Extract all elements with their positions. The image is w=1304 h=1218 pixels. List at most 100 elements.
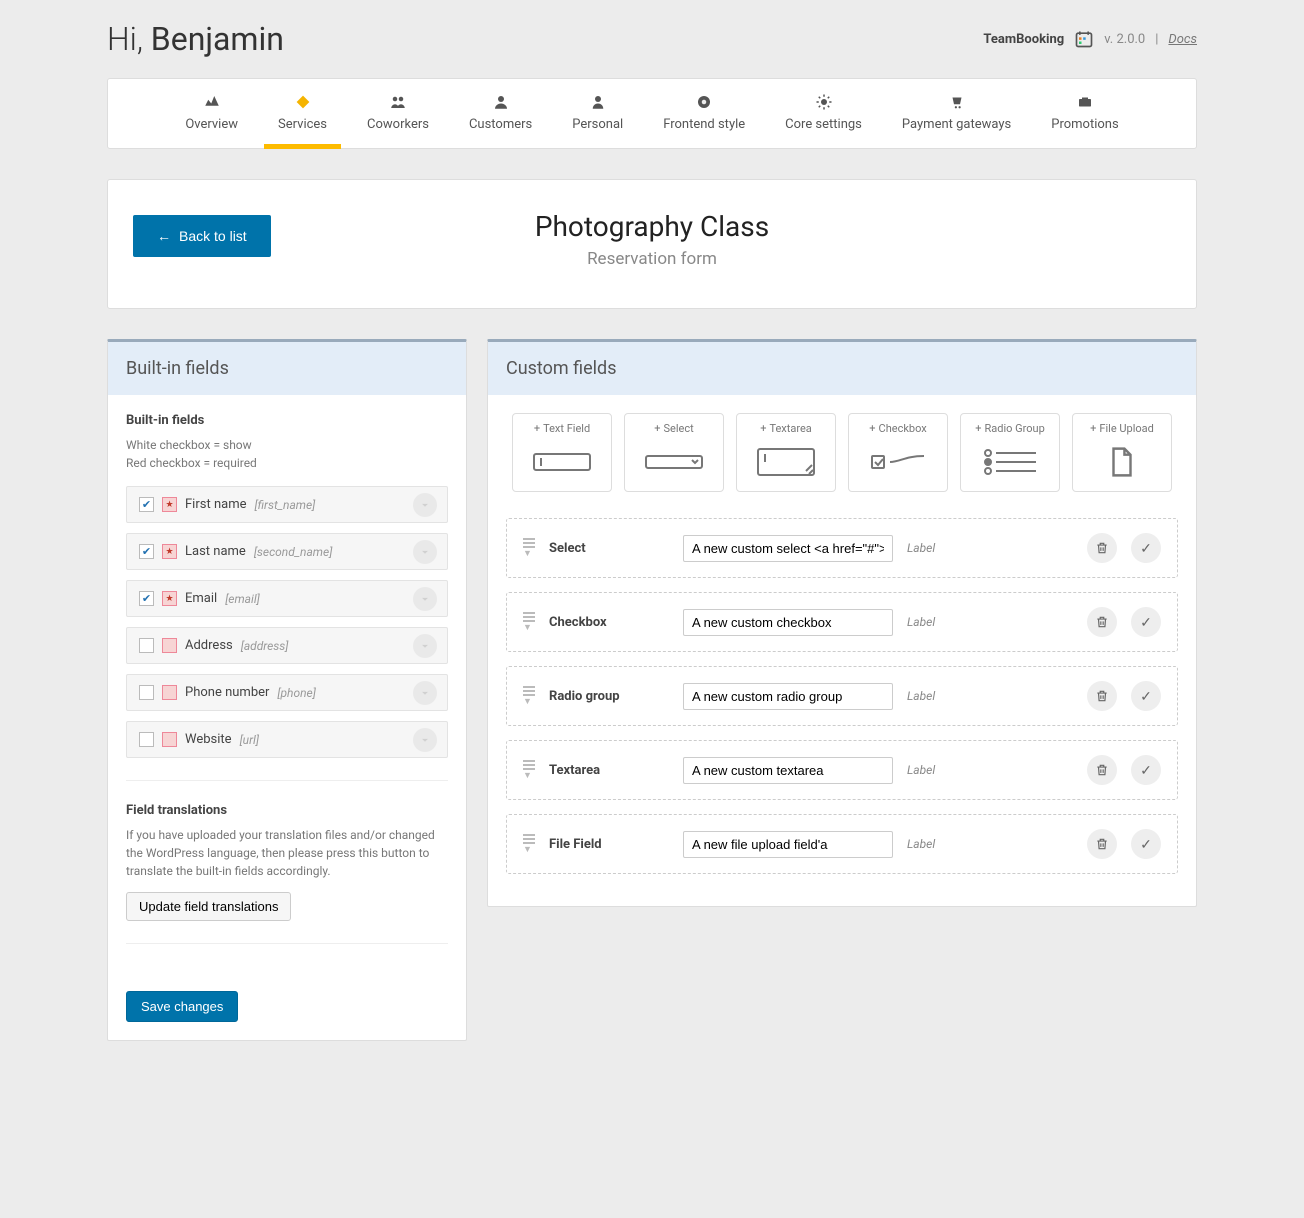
field-slug: [address] (241, 639, 289, 653)
builtin-fields-panel: Built-in fields Built-in fields White ch… (107, 339, 467, 1041)
field-slug: [second_name] (254, 545, 332, 559)
drag-handle[interactable]: ▼ (523, 538, 535, 559)
confirm-field-button[interactable]: ✓ (1131, 829, 1161, 859)
page-subtitle: Reservation form (138, 249, 1166, 269)
show-checkbox[interactable] (139, 591, 154, 606)
required-checkbox[interactable] (162, 732, 177, 747)
required-checkbox[interactable] (162, 544, 177, 559)
expand-icon[interactable] (413, 587, 437, 611)
confirm-field-button[interactable]: ✓ (1131, 681, 1161, 711)
field-slug: [email] (225, 592, 260, 606)
field-type-label: Radio group (549, 689, 669, 704)
field-label: Email (185, 591, 217, 606)
builtin-field-row: Website [url] (126, 721, 448, 758)
show-checkbox[interactable] (139, 638, 154, 653)
tab-personal[interactable]: Personal (552, 79, 643, 148)
field-label: Phone number (185, 685, 269, 700)
expand-icon[interactable] (413, 681, 437, 705)
tab-payment-gateways[interactable]: Payment gateways (882, 79, 1031, 148)
translations-text: If you have uploaded your translation fi… (126, 826, 448, 880)
show-checkbox[interactable] (139, 497, 154, 512)
expand-icon[interactable] (413, 493, 437, 517)
field-label: Website (185, 732, 232, 747)
tab-customers[interactable]: Customers (449, 79, 552, 148)
builtin-field-row: Last name [second_name] (126, 533, 448, 570)
required-checkbox[interactable] (162, 685, 177, 700)
builtin-legend: White checkbox = show Red checkbox = req… (126, 436, 448, 472)
page-header: Hi, Benjamin TeamBooking v. 2.0.0 | Docs (107, 20, 1197, 58)
show-checkbox[interactable] (139, 544, 154, 559)
confirm-field-button[interactable]: ✓ (1131, 533, 1161, 563)
add-file-upload[interactable]: + File Upload (1072, 413, 1172, 492)
required-checkbox[interactable] (162, 638, 177, 653)
field-slug: [phone] (277, 686, 315, 700)
tab-overview[interactable]: Overview (165, 79, 258, 148)
label-tag: Label (907, 689, 935, 703)
docs-link[interactable]: Docs (1168, 32, 1197, 47)
main-tabs: OverviewServicesCoworkersCustomersPerson… (107, 78, 1197, 149)
confirm-field-button[interactable]: ✓ (1131, 607, 1161, 637)
field-label: Last name (185, 544, 246, 559)
required-checkbox[interactable] (162, 591, 177, 606)
greeting-name: Benjamin (151, 20, 284, 58)
builtin-section-title: Built-in fields (126, 413, 448, 428)
custom-fields-panel: Custom fields + Text Field+ Select+ Text… (487, 339, 1197, 907)
expand-icon[interactable] (413, 540, 437, 564)
plus-icon: + (534, 422, 540, 435)
custom-field-row: ▼ File Field Label ✓ (506, 814, 1178, 874)
custom-field-row: ▼SelectLabel✓ (506, 518, 1178, 578)
title-card: ← Back to list Photography Class Reserva… (107, 179, 1197, 309)
page-title: Photography Class (138, 210, 1166, 243)
plus-icon: + (869, 422, 875, 435)
builtin-panel-title: Built-in fields (108, 342, 466, 395)
tab-services[interactable]: Services (258, 79, 347, 148)
show-checkbox[interactable] (139, 732, 154, 747)
add-select[interactable]: + Select (624, 413, 724, 492)
field-label-input[interactable] (683, 683, 893, 710)
builtin-field-row: Email [email] (126, 580, 448, 617)
add-textarea[interactable]: + Textarea (736, 413, 836, 492)
update-translations-button[interactable]: Update field translations (126, 892, 291, 921)
builtin-field-row: Address [address] (126, 627, 448, 664)
custom-panel-title: Custom fields (488, 342, 1196, 395)
delete-field-button[interactable] (1087, 681, 1117, 711)
field-label-input[interactable] (683, 757, 893, 784)
field-label-input[interactable] (683, 831, 893, 858)
expand-icon[interactable] (413, 728, 437, 752)
expand-icon[interactable] (413, 634, 437, 658)
add-checkbox[interactable]: + Checkbox (848, 413, 948, 492)
field-label-input[interactable] (683, 535, 893, 562)
tab-core-settings[interactable]: Core settings (765, 79, 882, 148)
delete-field-button[interactable] (1087, 829, 1117, 859)
save-changes-button[interactable]: Save changes (126, 991, 238, 1022)
field-label-input[interactable] (683, 609, 893, 636)
version-text: v. 2.0.0 (1104, 32, 1145, 47)
drag-handle[interactable]: ▼ (523, 686, 535, 707)
delete-field-button[interactable] (1087, 533, 1117, 563)
plus-icon: + (760, 422, 766, 435)
field-type-label: File Field (549, 837, 669, 852)
greeting-prefix: Hi, (107, 20, 151, 58)
add-text-field[interactable]: + Text Field (512, 413, 612, 492)
confirm-field-button[interactable]: ✓ (1131, 755, 1161, 785)
delete-field-button[interactable] (1087, 755, 1117, 785)
translations-title: Field translations (126, 803, 448, 818)
drag-handle[interactable]: ▼ (523, 834, 535, 855)
label-tag: Label (907, 541, 935, 555)
tab-promotions[interactable]: Promotions (1031, 79, 1138, 148)
plus-icon: + (1090, 422, 1096, 435)
field-slug: [url] (240, 733, 259, 747)
field-label: Address (185, 638, 233, 653)
custom-field-row: ▼CheckboxLabel✓ (506, 592, 1178, 652)
add-radio-group[interactable]: + Radio Group (960, 413, 1060, 492)
required-checkbox[interactable] (162, 497, 177, 512)
tab-coworkers[interactable]: Coworkers (347, 79, 449, 148)
delete-field-button[interactable] (1087, 607, 1117, 637)
back-button[interactable]: ← Back to list (133, 215, 271, 257)
drag-handle[interactable]: ▼ (523, 612, 535, 633)
drag-handle[interactable]: ▼ (523, 760, 535, 781)
tab-frontend-style[interactable]: Frontend style (643, 79, 765, 148)
show-checkbox[interactable] (139, 685, 154, 700)
builtin-field-row: First name [first_name] (126, 486, 448, 523)
label-tag: Label (907, 837, 935, 851)
